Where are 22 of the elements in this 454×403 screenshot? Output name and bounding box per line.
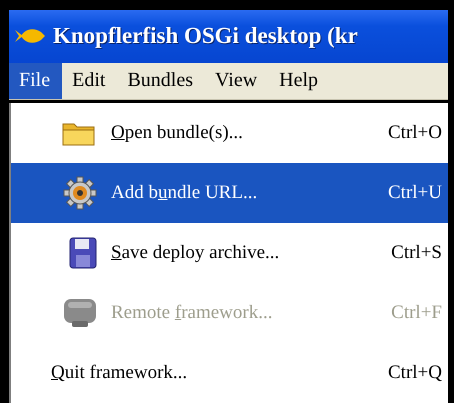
menu-item-label: Quit framework... (51, 362, 188, 384)
menu-item[interactable]: Add bundle URL... Ctrl+U (11, 163, 448, 223)
monitor-icon (63, 297, 97, 329)
menu-item-label: Add bundle URL... (111, 182, 258, 204)
menu-item[interactable]: Save deploy archive... Ctrl+S (11, 223, 448, 283)
menu[interactable]: View (205, 62, 270, 99)
menu[interactable]: Help (269, 62, 330, 99)
shortcut-text: Ctrl+S (391, 242, 442, 264)
menu[interactable]: Edit (62, 62, 118, 99)
menu-item[interactable]: Open bundle(s)... Ctrl+O (11, 103, 448, 163)
gear-icon (63, 176, 97, 210)
shortcut-text: Ctrl+U (388, 182, 442, 204)
menu-item-label: Open bundle(s)... (111, 122, 244, 144)
shortcut-text: Ctrl+O (388, 122, 442, 144)
window-title: Knopflerfish OSGi desktop (kr (53, 23, 358, 50)
menu-item[interactable]: Quit framework... Ctrl+Q (11, 343, 448, 403)
shortcut-text: Ctrl+F (391, 302, 442, 324)
menu-item-label: Save deploy archive... (111, 242, 280, 264)
menu[interactable]: File (9, 62, 62, 99)
menu[interactable]: Bundles (117, 62, 206, 99)
shortcut-text: Ctrl+Q (388, 362, 442, 384)
menu-item-label: Remote framework... (111, 302, 274, 324)
